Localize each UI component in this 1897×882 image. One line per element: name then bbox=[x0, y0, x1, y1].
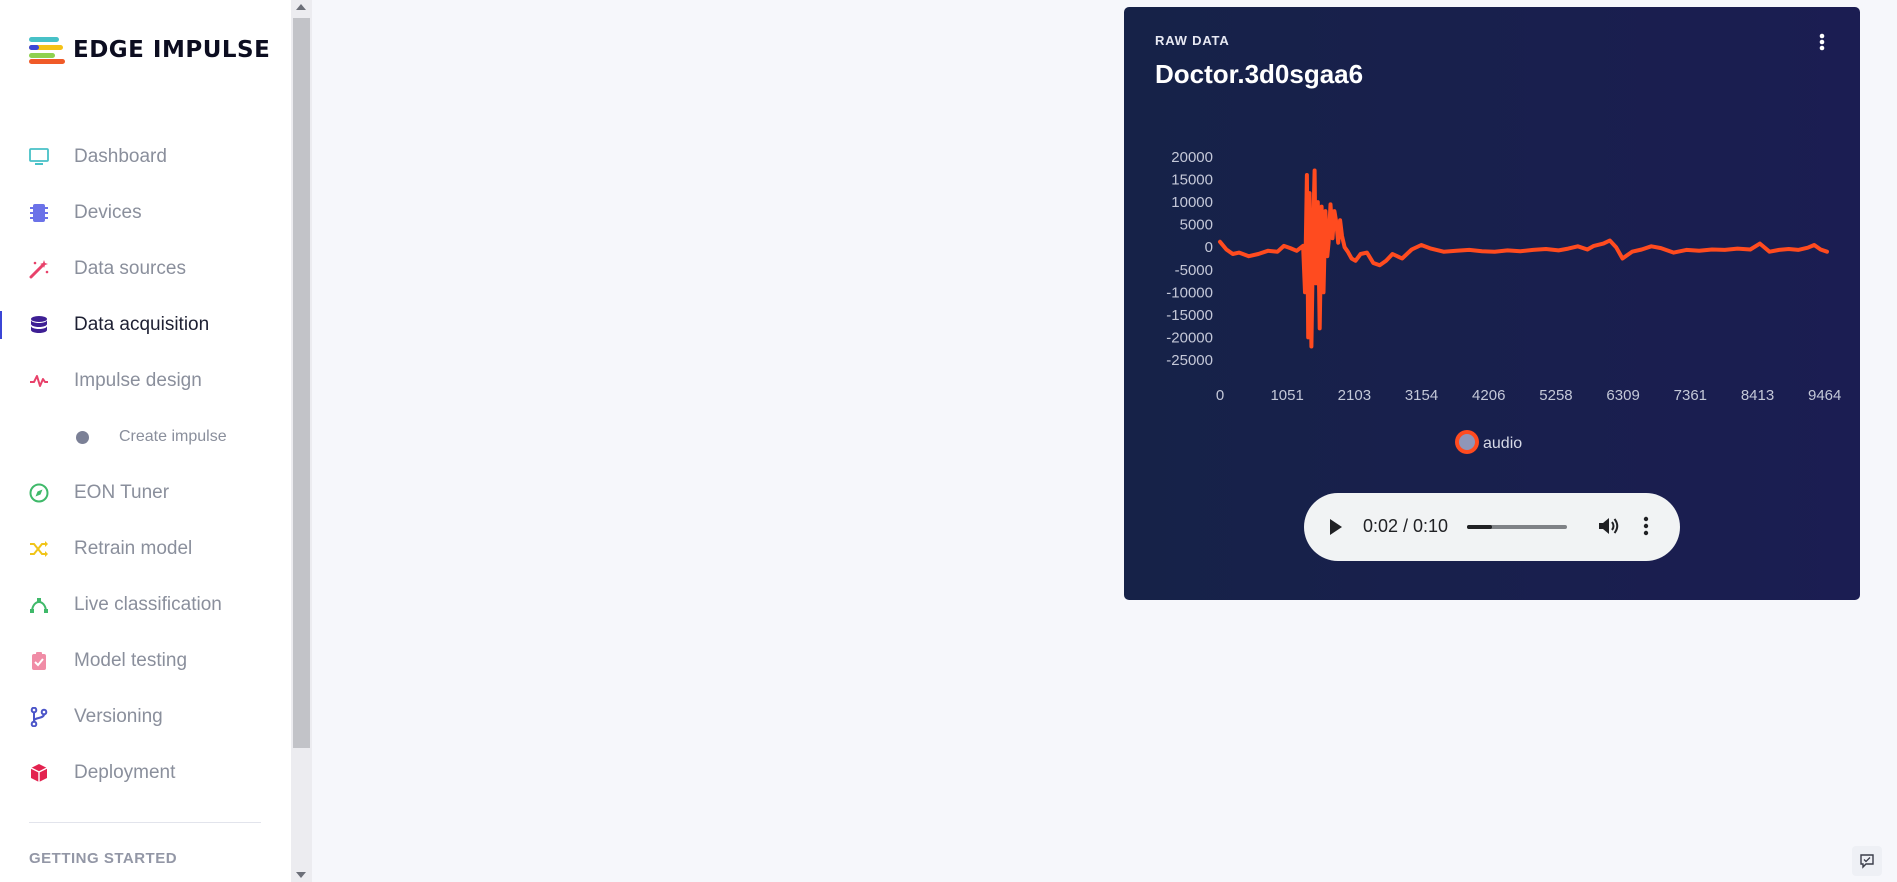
sidebar-item-label: Versioning bbox=[74, 706, 163, 727]
sidebar-item-label: Data sources bbox=[74, 258, 186, 279]
y-tick-label: 10000 bbox=[1171, 194, 1213, 211]
x-tick-label: 7361 bbox=[1674, 387, 1707, 404]
monitor-icon bbox=[29, 147, 49, 167]
sidebar-item-label: Deployment bbox=[74, 762, 176, 783]
x-tick-label: 8413 bbox=[1741, 387, 1774, 404]
audio-options-icon[interactable] bbox=[1641, 515, 1651, 537]
sidebar-item-live-classification[interactable]: Live classification bbox=[0, 583, 291, 627]
y-tick-label: 15000 bbox=[1171, 172, 1213, 189]
sidebar-item-data-acquisition[interactable]: Data acquisition bbox=[0, 303, 291, 347]
edge-impulse-logo-icon bbox=[29, 37, 65, 64]
x-tick-label: 9464 bbox=[1808, 387, 1841, 404]
legend-marker-inner bbox=[1459, 434, 1475, 450]
magic-wand-icon bbox=[29, 259, 49, 279]
y-tick-label: 0 bbox=[1205, 239, 1213, 256]
sidebar-item-deployment[interactable]: Deployment bbox=[0, 751, 291, 795]
bezier-icon bbox=[29, 595, 49, 615]
y-tick-label: -25000 bbox=[1166, 352, 1213, 369]
sidebar-item-label: Devices bbox=[74, 202, 142, 223]
x-tick-label: 4206 bbox=[1472, 387, 1505, 404]
pulse-icon bbox=[29, 371, 49, 391]
x-tick-label: 0 bbox=[1216, 387, 1224, 404]
x-tick-label: 3154 bbox=[1405, 387, 1438, 404]
sidebar-item-label: Model testing bbox=[74, 650, 188, 671]
sidebar-item-label: Live classification bbox=[74, 594, 222, 615]
sidebar-item-impulse-design[interactable]: Impulse design bbox=[0, 359, 291, 403]
x-tick-label: 5258 bbox=[1539, 387, 1572, 404]
y-tick-label: -15000 bbox=[1166, 307, 1213, 324]
sidebar-item-devices[interactable]: Devices bbox=[0, 191, 291, 235]
brand-name: EDGE IMPULSE bbox=[73, 37, 271, 63]
feedback-chat-button[interactable] bbox=[1852, 846, 1882, 876]
sidebar-divider bbox=[29, 822, 261, 823]
legend-label: audio bbox=[1483, 435, 1522, 452]
sidebar-item-eon-tuner[interactable]: EON Tuner bbox=[0, 471, 291, 515]
audio-seek-bar[interactable] bbox=[1467, 525, 1567, 529]
sidebar-subitem-create-impulse[interactable]: Create impulse bbox=[0, 419, 291, 455]
section-heading: GETTING STARTED bbox=[29, 850, 178, 867]
sidebar-item-label: Retrain model bbox=[74, 538, 193, 559]
compass-icon bbox=[29, 483, 49, 503]
play-icon[interactable] bbox=[1328, 517, 1344, 537]
brand-logo[interactable]: EDGE IMPULSE bbox=[29, 35, 270, 65]
sidebar-item-label: Impulse design bbox=[74, 370, 202, 391]
sidebar-item-model-testing[interactable]: Model testing bbox=[0, 639, 291, 683]
audio-progress bbox=[1467, 525, 1492, 529]
raw-data-card: RAW DATA Doctor.3d0sgaa6 20000 15000 10000… bbox=[1124, 7, 1860, 600]
chip-icon bbox=[29, 203, 49, 223]
y-tick-label: 5000 bbox=[1180, 217, 1213, 234]
clipboard-check-icon bbox=[29, 651, 49, 671]
scroll-up-icon[interactable] bbox=[296, 4, 306, 10]
box-icon bbox=[29, 763, 49, 783]
scrollbar-thumb[interactable] bbox=[293, 18, 310, 748]
scroll-down-icon[interactable] bbox=[296, 872, 306, 878]
audio-player[interactable]: 0:02 / 0:10 bbox=[1304, 493, 1680, 561]
sidebar-scrollbar[interactable] bbox=[291, 0, 312, 882]
y-tick-label: -5000 bbox=[1175, 262, 1213, 279]
y-tick-label: -10000 bbox=[1166, 284, 1213, 301]
raw-data-chart: 20000 15000 10000 5000 0 -5000 -10000 -15000 -20… bbox=[1166, 149, 1841, 454]
x-tick-label: 6309 bbox=[1606, 387, 1639, 404]
bullet-icon bbox=[76, 430, 89, 444]
sidebar-item-retrain-model[interactable]: Retrain model bbox=[0, 527, 291, 571]
x-tick-label: 2103 bbox=[1338, 387, 1371, 404]
sidebar-subitem-label: Create impulse bbox=[119, 428, 227, 445]
audio-time: 0:02 / 0:10 bbox=[1363, 516, 1449, 536]
y-tick-label: -20000 bbox=[1166, 329, 1213, 346]
sidebar-item-label: EON Tuner bbox=[74, 482, 170, 503]
sidebar-item-data-sources[interactable]: Data sources bbox=[0, 247, 291, 291]
x-tick-label: 1051 bbox=[1270, 387, 1303, 404]
sidebar: EDGE IMPULSE Dashboard Devices Data sour… bbox=[0, 0, 291, 882]
volume-icon[interactable] bbox=[1597, 515, 1619, 537]
sidebar-item-label: Dashboard bbox=[74, 146, 167, 167]
sidebar-item-label: Data acquisition bbox=[74, 314, 210, 335]
database-icon bbox=[29, 315, 49, 335]
chat-icon bbox=[1860, 854, 1874, 869]
sidebar-item-dashboard[interactable]: Dashboard bbox=[0, 135, 291, 179]
series-line-audio bbox=[1218, 168, 1829, 349]
branch-icon bbox=[29, 707, 49, 727]
y-tick-label: 20000 bbox=[1171, 149, 1213, 166]
shuffle-icon bbox=[29, 539, 49, 559]
sidebar-item-versioning[interactable]: Versioning bbox=[0, 695, 291, 739]
